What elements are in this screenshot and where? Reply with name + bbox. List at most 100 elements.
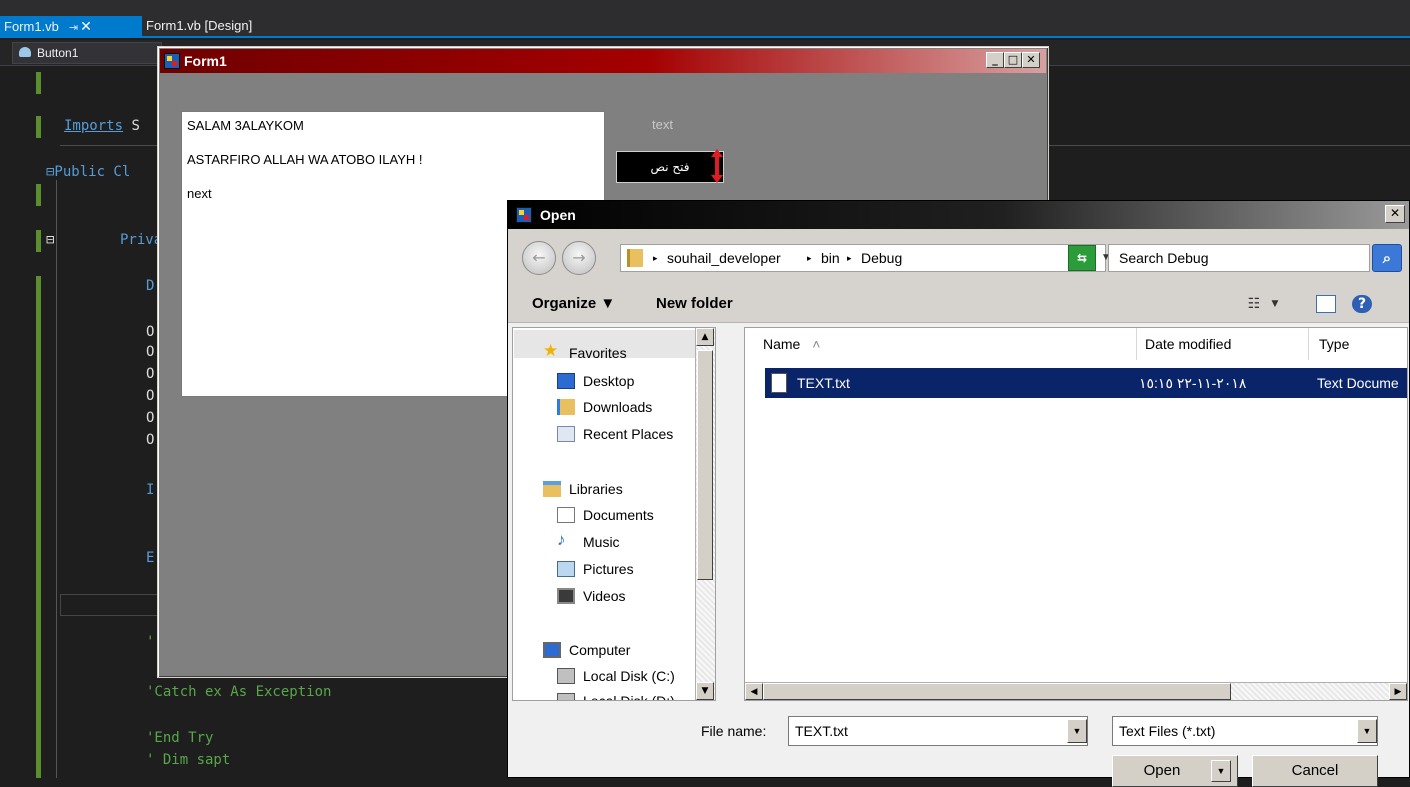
code-line-class[interactable]: ⊟Public Cl [46, 164, 130, 180]
breadcrumb-item[interactable]: bin [821, 245, 840, 271]
code-line[interactable]: O [146, 388, 154, 404]
chevron-down-icon[interactable]: ▼ [1211, 760, 1231, 782]
code-line-private[interactable]: Priva [120, 232, 162, 248]
organize-menu[interactable]: Organize ▼ [532, 285, 615, 323]
code-line-if[interactable]: I [146, 482, 154, 498]
breadcrumb-item[interactable]: souhail_developer [667, 245, 781, 271]
chevron-right-icon[interactable]: ▸ [847, 245, 852, 271]
chevron-down-icon[interactable]: ▼ [1357, 719, 1377, 743]
column-header-date[interactable]: Date modified [1137, 328, 1309, 360]
nav-item-music[interactable]: ♪ Music [557, 529, 620, 555]
search-icon[interactable]: ⌕ [1372, 244, 1402, 272]
object-combo-label: Button1 [37, 46, 79, 60]
tab-form1-vb[interactable]: Form1.vb ⇥ ✕ [0, 16, 142, 38]
open-button-label: Open [1143, 762, 1181, 779]
code-line[interactable]: O [146, 432, 154, 448]
tab-form1-design[interactable]: Form1.vb [Design] [142, 16, 282, 38]
nav-item-local-disk-d[interactable]: Local Disk (D:) [557, 688, 675, 700]
help-icon[interactable]: ? [1352, 295, 1372, 313]
nav-item-documents[interactable]: Documents [557, 502, 654, 528]
close-icon[interactable]: ✕ [80, 18, 92, 34]
pin-icon[interactable]: ⇥ [69, 22, 78, 34]
scroll-thumb[interactable] [697, 350, 713, 580]
code-comment-dim[interactable]: ' Dim sapt [146, 752, 230, 768]
nav-scrollbar[interactable]: ▲ ▼ [695, 328, 715, 700]
nav-item-local-disk-c[interactable]: Local Disk (C:) [557, 663, 675, 689]
refresh-button[interactable]: ⇆ [1068, 245, 1096, 271]
breadcrumb-item[interactable]: Debug [861, 245, 902, 271]
scroll-up-icon[interactable]: ▲ [696, 328, 714, 346]
code-line[interactable]: O [146, 324, 154, 340]
code-line[interactable]: O [146, 410, 154, 426]
column-header-name[interactable]: Name ˄ [753, 328, 1137, 360]
code-line[interactable]: O [146, 344, 154, 360]
file-list: Name ˄ Date modified Type TEXT.txt ٢٠١٨-… [744, 327, 1408, 701]
chevron-right-icon[interactable]: ▸ [653, 245, 658, 271]
close-button[interactable]: ✕ [1022, 52, 1040, 68]
nav-item-recent-places[interactable]: Recent Places [557, 421, 673, 447]
nav-label: Videos [583, 588, 626, 604]
nav-item-pictures[interactable]: Pictures [557, 556, 634, 582]
close-button[interactable]: ✕ [1385, 205, 1405, 223]
dialog-title: Open [540, 207, 576, 223]
code-comment-catch[interactable]: 'Catch ex As Exception [146, 684, 331, 700]
nav-item-favorites[interactable]: ★ Favorites [543, 340, 627, 366]
scroll-right-icon[interactable]: ▶ [1389, 683, 1407, 700]
code-line-imports[interactable]: Imports S [64, 118, 140, 134]
code-text: S [123, 118, 140, 134]
form1-titlebar[interactable]: Form1 _ □ ✕ [160, 49, 1046, 73]
back-button[interactable]: ← [522, 241, 556, 275]
collapse-toggle[interactable]: ⊟ [46, 232, 54, 248]
new-folder-button[interactable]: New folder [656, 285, 733, 323]
nav-item-downloads[interactable]: Downloads [557, 394, 652, 420]
search-input[interactable]: Search Debug [1108, 244, 1370, 272]
nav-label: Pictures [583, 561, 634, 577]
view-options-icon[interactable]: ☷ [1244, 295, 1264, 313]
nav-item-libraries[interactable]: Libraries [543, 476, 623, 502]
maximize-button[interactable]: □ [1004, 52, 1022, 68]
chevron-down-icon[interactable]: ▼ [1268, 295, 1282, 313]
code-line-end[interactable]: E [146, 550, 154, 566]
code-comment[interactable]: ' [146, 634, 154, 650]
minimize-button[interactable]: _ [986, 52, 1004, 68]
file-name-value: TEXT.txt [795, 723, 848, 739]
forward-button[interactable]: → [562, 241, 596, 275]
object-combo[interactable]: Button1 [12, 42, 162, 64]
preview-pane-icon[interactable] [1316, 295, 1336, 313]
cancel-button[interactable]: Cancel [1252, 755, 1378, 787]
text-line: next [187, 186, 212, 201]
scroll-left-icon[interactable]: ◀ [745, 683, 763, 700]
scroll-thumb[interactable] [763, 683, 1231, 700]
filter-value: Text Files (*.txt) [1119, 723, 1216, 739]
documents-icon [557, 507, 575, 523]
nav-label: Computer [569, 642, 631, 658]
app-icon [516, 207, 532, 223]
ide-top-strip [0, 0, 1410, 16]
file-name-input[interactable]: TEXT.txt ▼ [788, 716, 1088, 746]
code-line[interactable]: O [146, 366, 154, 382]
code-line-dim[interactable]: D [146, 278, 154, 294]
column-label: Name [763, 336, 801, 352]
open-button[interactable]: Open ▼ [1112, 755, 1238, 787]
nav-item-desktop[interactable]: Desktop [557, 368, 634, 394]
code-comment-end-try[interactable]: 'End Try [146, 730, 213, 746]
nav-item-computer[interactable]: Computer [543, 637, 630, 663]
column-header-type[interactable]: Type [1309, 328, 1407, 360]
scroll-down-icon[interactable]: ▼ [696, 682, 714, 700]
nav-label: Libraries [569, 481, 623, 497]
tab-label: Form1.vb [4, 19, 59, 34]
window-title: Form1 [184, 53, 227, 69]
text-line: SALAM 3ALAYKOM [187, 118, 304, 133]
horizontal-scrollbar[interactable]: ◀ ▶ [745, 682, 1407, 700]
chevron-right-icon[interactable]: ▸ [807, 245, 812, 271]
sort-ascending-icon: ˄ [812, 336, 821, 352]
change-marker [36, 230, 41, 252]
chevron-down-icon[interactable]: ▼ [1067, 719, 1087, 743]
dialog-titlebar[interactable]: Open ✕ [508, 201, 1409, 229]
resize-cursor-icon [711, 149, 723, 183]
file-row[interactable]: TEXT.txt ٢٠١٨-١١-٢٢ ١٥:١٥ Text Docume [765, 368, 1407, 398]
nav-item-videos[interactable]: Videos [557, 583, 626, 609]
open-text-button[interactable]: فتح نص [616, 151, 724, 183]
address-bar[interactable]: ▸ souhail_developer ▸ bin ▸ Debug ▼ [620, 244, 1111, 272]
file-type-filter[interactable]: Text Files (*.txt) ▼ [1112, 716, 1378, 746]
